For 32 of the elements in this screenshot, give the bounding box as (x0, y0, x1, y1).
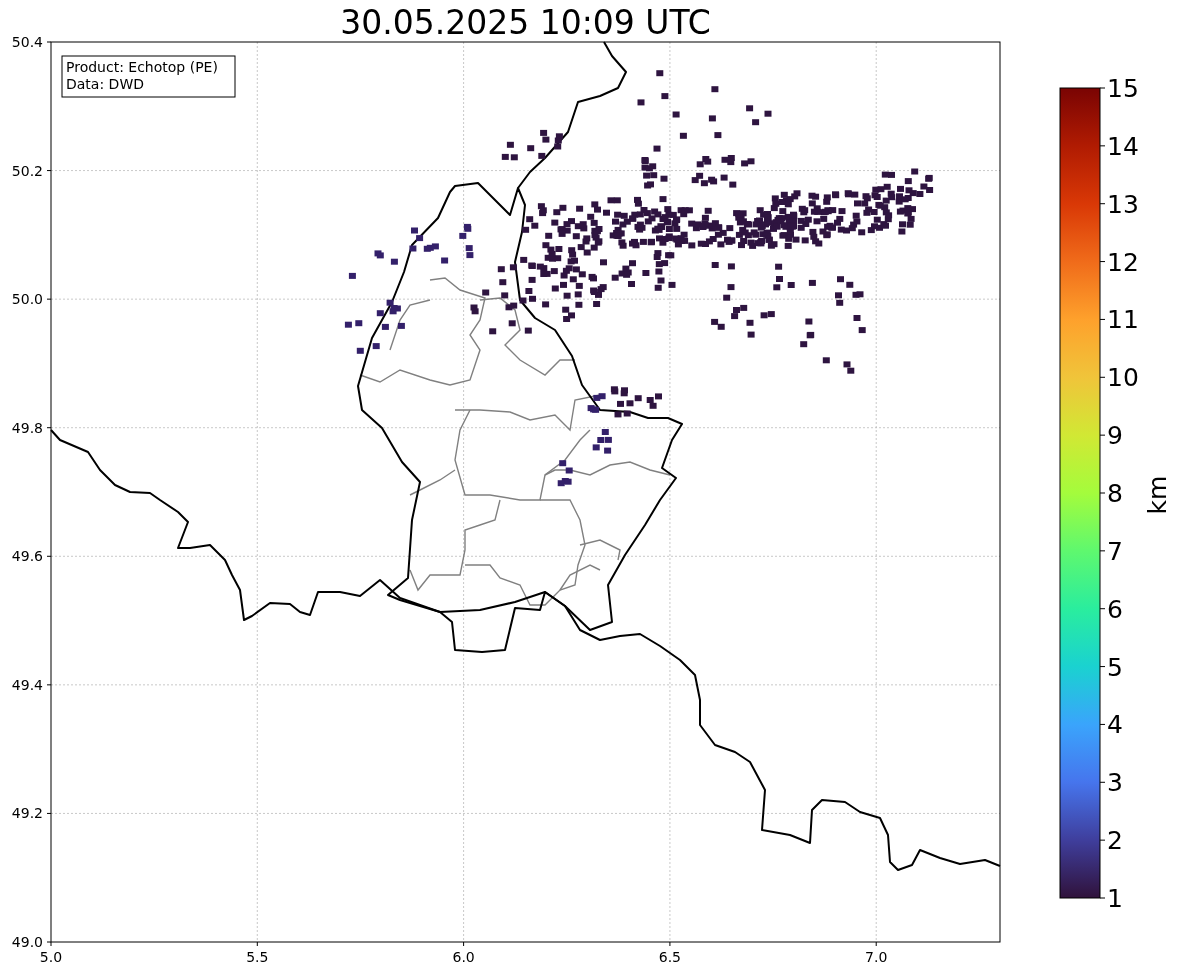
axis-tick-label: 49.2 (11, 805, 43, 822)
colorbar-tick-label: 2 (1107, 826, 1123, 856)
info-text: Data: DWD (66, 76, 144, 92)
colorbar-tick-label: 9 (1107, 421, 1123, 451)
axis-tick-label: 5.0 (39, 949, 63, 965)
colorbar-tick-label: 7 (1107, 536, 1123, 566)
axis-tick-label: 49.4 (11, 676, 43, 693)
chart-title: 30.05.2025 10:09 UTC (340, 3, 711, 42)
axis-tick-label: 7.0 (865, 949, 888, 965)
axis-tick-label: 49.8 (11, 419, 43, 436)
colorbar-tick-label: 11 (1107, 305, 1139, 335)
colorbar-tick-label: 6 (1107, 594, 1123, 624)
colorbar-tick-label: 10 (1107, 363, 1139, 393)
axis-tick-label: 50.4 (11, 34, 43, 50)
colorbar-tick-label: 8 (1107, 479, 1123, 508)
axis-tick-label: 6.5 (658, 949, 682, 965)
axis-tick-label: 50.2 (11, 162, 43, 179)
colorbar-tick-label: 1 (1107, 884, 1123, 913)
axis-tick-label: 49.6 (11, 548, 43, 565)
axis-tick-label: 5.5 (246, 949, 269, 965)
colorbar-tick-label: 14 (1107, 131, 1139, 161)
colorbar-tick-label: 4 (1107, 710, 1123, 740)
info-text: Product: Echotop (PE) (66, 59, 218, 75)
colorbar-tick-label: 12 (1107, 247, 1139, 277)
colorbar-tick-label: 5 (1107, 652, 1123, 682)
colorbar-label: km (1143, 475, 1172, 515)
axis-tick-label: 6.0 (452, 949, 475, 965)
axis-tick-label: 50.0 (11, 291, 43, 308)
colorbar-tick-label: 13 (1107, 189, 1139, 219)
axis-tick-label: 49.0 (11, 934, 43, 950)
colorbar-tick-label: 15 (1107, 74, 1139, 103)
colorbar-tick-label: 3 (1107, 768, 1123, 798)
